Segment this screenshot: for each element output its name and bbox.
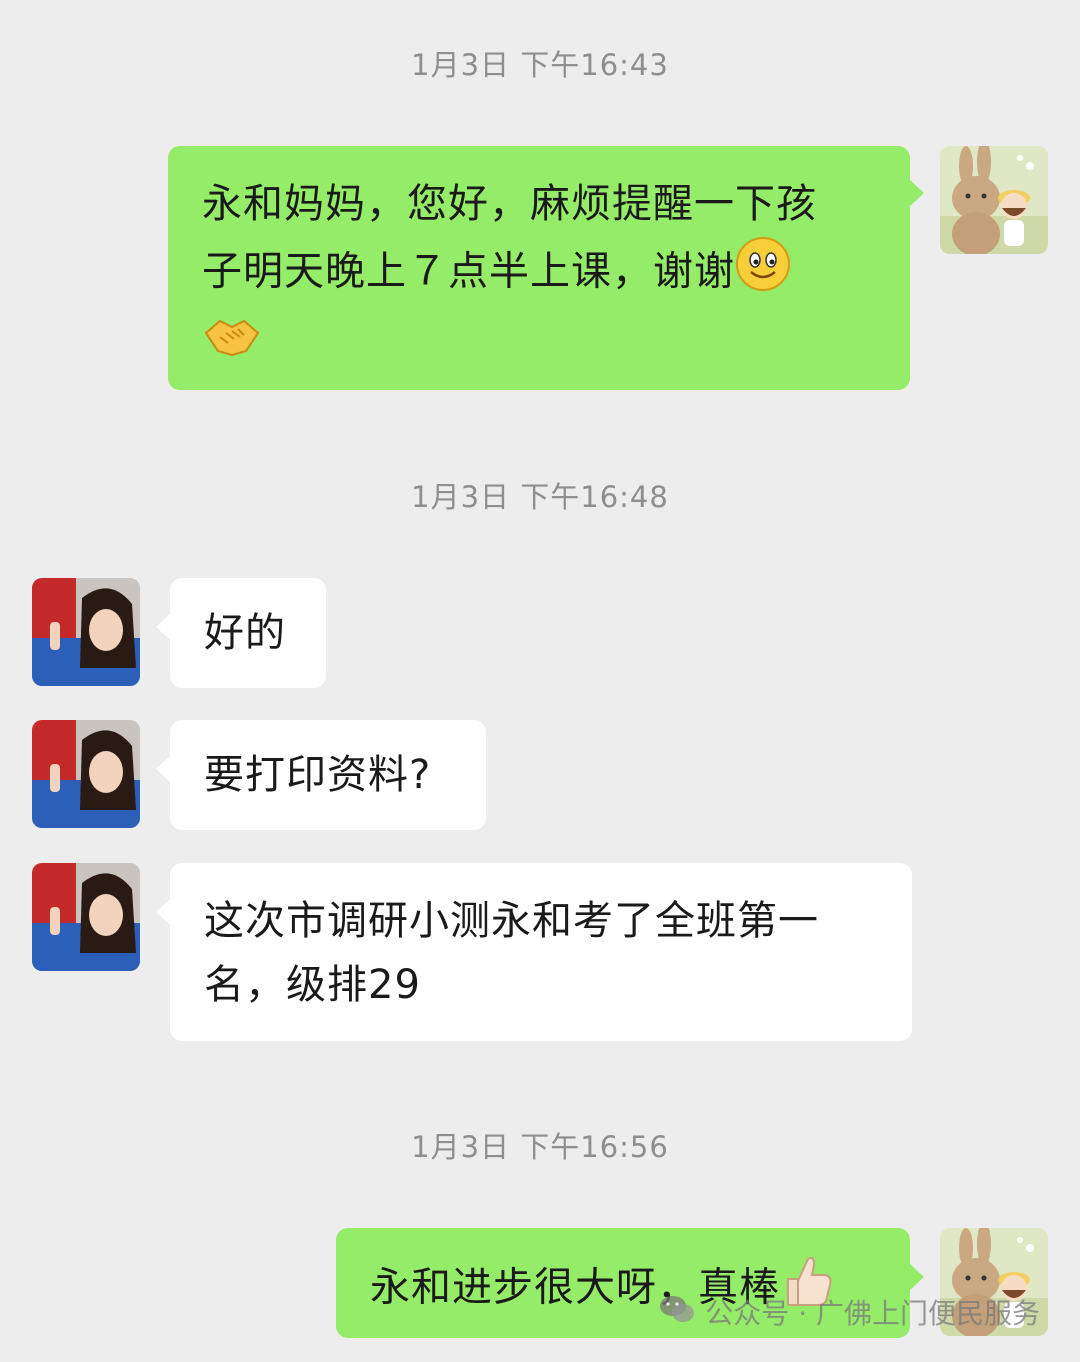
message-bubble-incoming[interactable]: 这次市调研小测永和考了全班第一 名，级排29 [170, 863, 912, 1041]
handshake-emoji-icon [202, 311, 262, 380]
bubble-tail [156, 756, 170, 782]
message-text: 要打印资料? [204, 752, 432, 798]
message-bubble-outgoing[interactable]: 永和妈妈，您好，麻烦提醒一下孩 子明天晚上７点半上课，谢谢 [168, 146, 910, 390]
bubble-tail [156, 614, 170, 640]
message-text-line: 这次市调研小测永和考了全班第一 [204, 898, 819, 944]
message-text-line: 永和妈妈，您好，麻烦提醒一下孩 [202, 181, 817, 227]
watermark: 公众号 · 广佛上门便民服务 [659, 1292, 1040, 1332]
contact-avatar[interactable] [32, 720, 140, 828]
bubble-tail [910, 180, 924, 206]
message-bubble-incoming[interactable]: 要打印资料? [170, 720, 486, 830]
bubble-tail [910, 1264, 924, 1290]
message-bubble-incoming[interactable]: 好的 [170, 578, 326, 688]
message-text-line: 子明天晚上７点半上课，谢谢 [202, 248, 735, 295]
contact-avatar[interactable] [32, 863, 140, 971]
message-text-line: 名，级排29 [204, 962, 421, 1008]
timestamp: 1月3日 下午16:48 [411, 480, 669, 514]
wechat-icon [659, 1294, 695, 1331]
contact-avatar[interactable] [32, 578, 140, 686]
smile-emoji-icon [735, 236, 791, 311]
bubble-tail [156, 899, 170, 925]
timestamp: 1月3日 下午16:56 [411, 1130, 669, 1164]
message-text: 好的 [204, 610, 286, 656]
watermark-text: 公众号 · 广佛上门便民服务 [705, 1297, 1040, 1330]
timestamp: 1月3日 下午16:43 [411, 48, 669, 82]
my-avatar[interactable] [940, 146, 1048, 254]
